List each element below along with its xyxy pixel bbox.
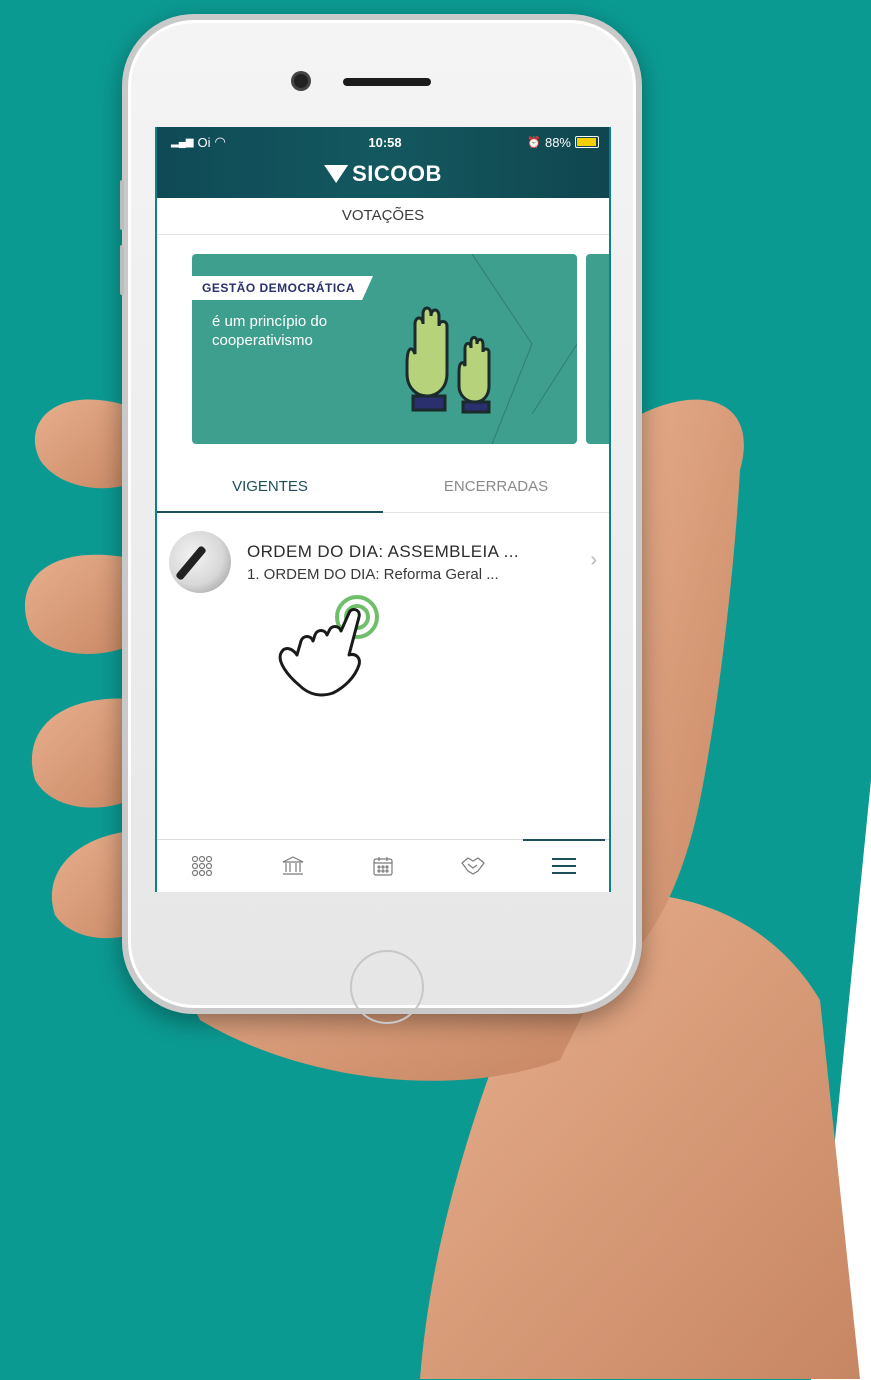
thumb-overlay [0,0,871,1379]
